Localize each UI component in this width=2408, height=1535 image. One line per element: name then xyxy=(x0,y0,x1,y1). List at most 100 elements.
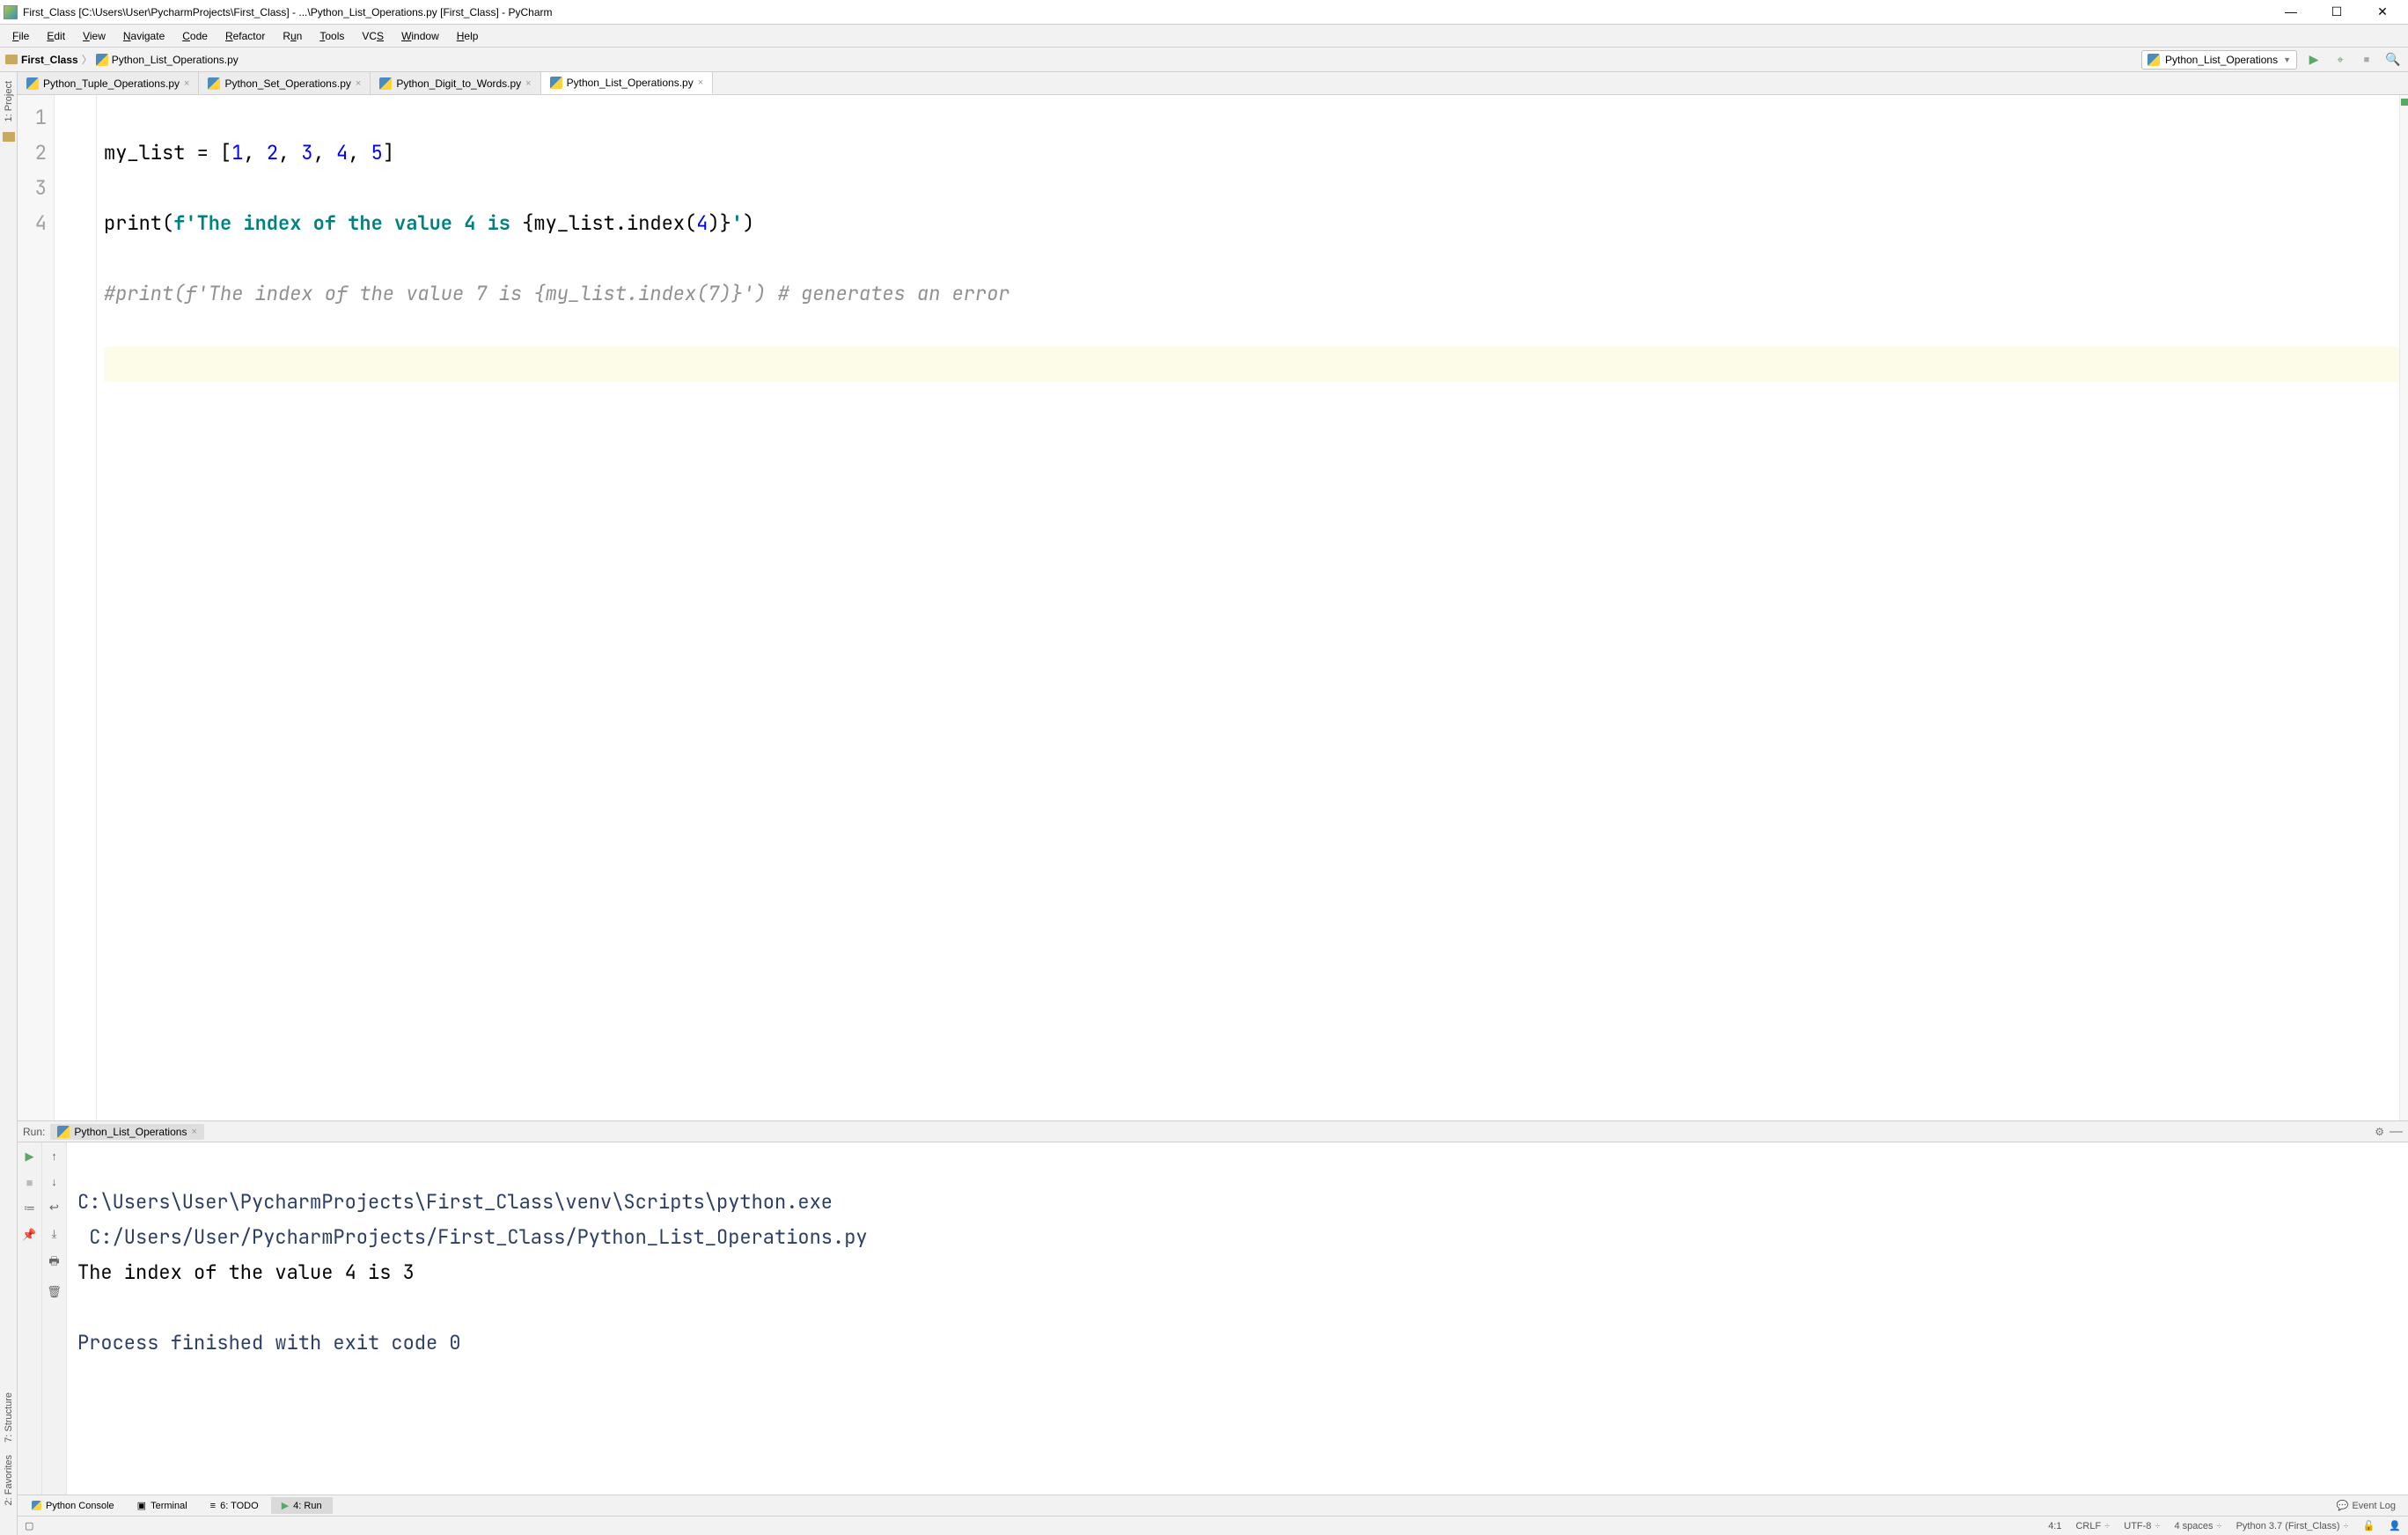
breadcrumb: First_Class 〉 Python_List_Operations.py xyxy=(5,52,2141,67)
play-icon: ▶ xyxy=(282,1500,289,1511)
run-button[interactable]: ▶ xyxy=(2304,50,2324,70)
close-icon[interactable]: × xyxy=(698,77,703,88)
tool-terminal[interactable]: ▣ Terminal xyxy=(127,1497,198,1514)
search-everywhere-button[interactable]: 🔍 xyxy=(2383,50,2403,70)
run-panel-label: Run: xyxy=(23,1126,45,1138)
stop-button[interactable]: ■ xyxy=(2357,50,2376,70)
menu-run[interactable]: Run xyxy=(275,27,309,45)
debug-button[interactable]: ⌖ xyxy=(2331,50,2350,70)
console-line: The index of the value 4 is 3 xyxy=(77,1260,415,1285)
terminal-icon: ▣ xyxy=(137,1500,146,1511)
status-encoding[interactable]: UTF-8 ÷ xyxy=(2124,1521,2160,1531)
event-log-button[interactable]: 💬 Event Log xyxy=(2328,1500,2404,1511)
tool-todo[interactable]: ≡ 6: TODO xyxy=(200,1498,269,1514)
chevron-down-icon: ▼ xyxy=(2283,55,2291,64)
python-file-icon xyxy=(96,54,108,66)
menu-file[interactable]: File xyxy=(5,27,36,45)
python-file-icon xyxy=(550,77,562,89)
tool-run[interactable]: ▶ 4: Run xyxy=(271,1497,333,1514)
run-tool-window: Run: Python_List_Operations × ⚙ — ▶ ■ ≔ … xyxy=(18,1120,2408,1495)
bottom-tool-tabs: Python Console ▣ Terminal ≡ 6: TODO ▶ 4:… xyxy=(18,1495,2408,1516)
line-number: 3 xyxy=(18,171,47,206)
run-configuration-selector[interactable]: Python_List_Operations ▼ xyxy=(2141,50,2297,70)
tool-favorites-tab[interactable]: 2: Favorites xyxy=(2,1450,16,1510)
menu-vcs[interactable]: VCS xyxy=(355,27,391,45)
hide-icon[interactable]: — xyxy=(2390,1124,2403,1139)
tool-python-console[interactable]: Python Console xyxy=(21,1498,125,1514)
menu-tools[interactable]: Tools xyxy=(312,27,351,45)
layout-button[interactable]: ≔ xyxy=(24,1201,35,1216)
line-number: 1 xyxy=(18,100,47,136)
error-stripe[interactable] xyxy=(2399,95,2408,1120)
gear-icon[interactable]: ⚙ xyxy=(2375,1126,2384,1138)
close-icon[interactable]: × xyxy=(525,78,531,89)
python-file-icon xyxy=(208,77,220,90)
menu-help[interactable]: Help xyxy=(450,27,486,45)
code-editor[interactable]: 1 2 3 4 my_list = [1, 2, 3, 4, 5] print(… xyxy=(18,95,2408,1120)
clear-button[interactable]: 🗑 xyxy=(47,1285,62,1299)
menu-view[interactable]: View xyxy=(76,27,113,45)
soft-wrap-button[interactable]: ↩ xyxy=(49,1201,59,1215)
breadcrumb-root[interactable]: First_Class xyxy=(21,54,78,66)
editor-tab[interactable]: Python_Digit_to_Words.py × xyxy=(371,72,540,94)
code-text[interactable]: my_list = [1, 2, 3, 4, 5] print(f'The in… xyxy=(97,95,2399,1120)
breadcrumb-file[interactable]: Python_List_Operations.py xyxy=(112,54,239,66)
window-minimize-button[interactable]: — xyxy=(2276,4,2306,19)
editor-tab[interactable]: Python_Tuple_Operations.py × xyxy=(18,72,199,94)
status-indent[interactable]: 4 spaces ÷ xyxy=(2174,1521,2221,1531)
gutter-separator xyxy=(55,95,97,1120)
play-icon: ▶ xyxy=(2309,52,2319,67)
rerun-button[interactable]: ▶ xyxy=(26,1149,34,1164)
menu-bar: File Edit View Navigate Code Refactor Ru… xyxy=(0,25,2408,48)
search-icon: 🔍 xyxy=(2385,52,2400,67)
tool-project-tab[interactable]: 1: Project xyxy=(2,76,16,127)
folder-icon xyxy=(5,55,18,64)
menu-refactor[interactable]: Refactor xyxy=(218,27,272,45)
status-interpreter[interactable]: Python 3.7 (First_Class) ÷ xyxy=(2236,1521,2349,1531)
menu-window[interactable]: Window xyxy=(394,27,446,45)
close-icon[interactable]: × xyxy=(356,78,361,89)
chevron-right-icon: 〉 xyxy=(82,52,92,67)
run-panel-tab[interactable]: Python_List_Operations × xyxy=(50,1124,204,1140)
console-output[interactable]: C:\Users\User\PycharmProjects\First_Clas… xyxy=(67,1142,2408,1495)
status-inspector-icon[interactable]: 👤 xyxy=(2389,1520,2401,1531)
status-bar: ▢ 4:1 CRLF ÷ UTF-8 ÷ 4 spaces ÷ Python 3… xyxy=(18,1516,2408,1535)
up-icon[interactable]: ↑ xyxy=(51,1149,57,1163)
pin-button[interactable]: 📌 xyxy=(22,1228,36,1242)
tab-label: Python_Set_Operations.py xyxy=(224,77,350,90)
tool-structure-tab[interactable]: 7: Structure xyxy=(2,1387,16,1448)
window-maximize-button[interactable]: ☐ xyxy=(2322,4,2352,19)
todo-icon: ≡ xyxy=(210,1501,216,1511)
close-icon[interactable]: × xyxy=(191,1127,196,1137)
window-titlebar: First_Class [C:\Users\User\PycharmProjec… xyxy=(0,0,2408,25)
tab-label: Python_List_Operations.py xyxy=(567,77,694,89)
run-tab-label: Python_List_Operations xyxy=(74,1126,187,1138)
status-caret-position[interactable]: 4:1 xyxy=(2048,1521,2061,1531)
scroll-to-end-button[interactable]: ⤓ xyxy=(52,1227,57,1241)
line-number: 2 xyxy=(18,136,47,171)
menu-code[interactable]: Code xyxy=(175,27,215,45)
status-lock-icon[interactable]: 🔓 xyxy=(2363,1520,2375,1531)
tab-label: Python_Tuple_Operations.py xyxy=(43,77,180,90)
status-corner-icon[interactable]: ▢ xyxy=(25,1520,33,1531)
close-icon[interactable]: × xyxy=(184,78,189,89)
menu-edit[interactable]: Edit xyxy=(40,27,72,45)
python-icon xyxy=(32,1501,41,1510)
balloon-icon: 💬 xyxy=(2337,1500,2349,1511)
folder-icon[interactable] xyxy=(3,132,15,142)
editor-tab-active[interactable]: Python_List_Operations.py × xyxy=(541,72,714,94)
editor-tabs: Python_Tuple_Operations.py × Python_Set_… xyxy=(18,72,2408,95)
down-icon[interactable]: ↓ xyxy=(51,1175,57,1188)
status-line-separator[interactable]: CRLF ÷ xyxy=(2075,1521,2110,1531)
editor-tab[interactable]: Python_Set_Operations.py × xyxy=(199,72,371,94)
stop-button[interactable]: ■ xyxy=(26,1176,33,1189)
menu-navigate[interactable]: Navigate xyxy=(116,27,172,45)
line-number: 4 xyxy=(18,206,47,241)
python-icon xyxy=(2147,54,2160,66)
window-close-button[interactable]: ✕ xyxy=(2368,4,2397,19)
left-tool-gutter: 1: Project 7: Structure 2: Favorites xyxy=(0,72,18,1535)
run-side-toolbar-2: ↑ ↓ ↩ ⤓ 🖶 🗑 xyxy=(42,1142,67,1495)
tab-label: Python_Digit_to_Words.py xyxy=(396,77,521,90)
print-button[interactable]: 🖶 xyxy=(48,1253,59,1273)
console-line: C:\Users\User\PycharmProjects\First_Clas… xyxy=(77,1189,833,1215)
